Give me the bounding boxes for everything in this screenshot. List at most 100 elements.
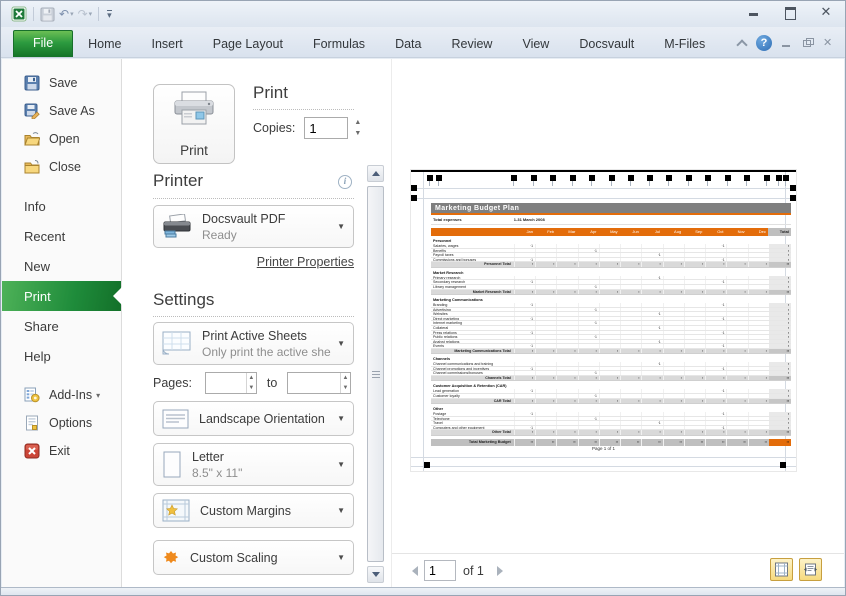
column-handle[interactable] xyxy=(705,175,711,181)
row-cell xyxy=(748,426,769,430)
pages-from-stepper[interactable]: ▲▼ xyxy=(246,373,256,393)
pages-to-stepper[interactable]: ▲▼ xyxy=(340,373,351,393)
column-handle[interactable] xyxy=(531,175,537,181)
column-handle[interactable] xyxy=(570,175,576,181)
margin-handle[interactable] xyxy=(790,195,796,201)
margin-handle[interactable] xyxy=(411,185,417,191)
workbook-restore-icon[interactable] xyxy=(802,38,814,48)
scaling-icon xyxy=(162,549,180,567)
row-cell: ·1 xyxy=(641,340,662,344)
tab-formulas[interactable]: Formulas xyxy=(298,32,380,57)
column-handle[interactable] xyxy=(666,175,672,181)
sidebar-item-new[interactable]: New xyxy=(2,251,121,281)
print-panel: Print Print Copies: ▲▼ Printer i xyxy=(122,59,391,587)
row-cell xyxy=(514,308,535,312)
undo-caret-icon[interactable]: ▾ xyxy=(70,10,74,18)
redo-icon[interactable]: ↷▾ xyxy=(78,7,93,21)
sidebar-item-exit[interactable]: Exit xyxy=(2,437,121,465)
row-cell xyxy=(726,244,747,248)
copies-input[interactable] xyxy=(304,117,348,139)
undo-icon[interactable]: ↶▾ xyxy=(59,7,74,21)
tab-home[interactable]: Home xyxy=(73,32,136,57)
collapse-ribbon-icon[interactable] xyxy=(737,40,747,46)
sidebar-item-recent[interactable]: Recent xyxy=(2,221,121,251)
show-margins-toggle[interactable] xyxy=(770,558,793,581)
scroll-down-icon[interactable] xyxy=(367,566,384,583)
scroll-up-icon[interactable] xyxy=(367,165,384,182)
row-total-cell: ▪ xyxy=(769,317,791,321)
column-handle[interactable] xyxy=(776,175,782,181)
column-handle[interactable] xyxy=(764,175,770,181)
column-handle[interactable] xyxy=(550,175,556,181)
help-icon[interactable]: ? xyxy=(756,35,772,51)
column-handle[interactable] xyxy=(589,175,595,181)
sidebar-item-help[interactable]: Help xyxy=(2,341,121,371)
sidebar-item-save[interactable]: Save xyxy=(2,69,121,97)
customize-qat-icon[interactable]: ▾ xyxy=(107,10,112,19)
tab-view[interactable]: View xyxy=(507,32,564,57)
sidebar-item-print[interactable]: Print xyxy=(2,281,121,311)
workbook-minimize-icon[interactable] xyxy=(781,38,793,48)
paper-size-select[interactable]: Letter 8.5" x 11" ▼ xyxy=(153,443,354,486)
column-handle[interactable] xyxy=(609,175,615,181)
tab-file[interactable]: File xyxy=(13,30,73,57)
row-cell: ·1 xyxy=(578,335,599,339)
sidebar-item-open[interactable]: Open xyxy=(2,125,121,153)
column-handle[interactable] xyxy=(628,175,634,181)
tab-review[interactable]: Review xyxy=(436,32,507,57)
print-button[interactable]: Print xyxy=(153,84,235,164)
tab-data[interactable]: Data xyxy=(380,32,436,57)
row-label: Other Total xyxy=(431,430,514,434)
column-handle[interactable] xyxy=(725,175,731,181)
printer-properties-link[interactable]: Printer Properties xyxy=(257,255,354,269)
margin-handle[interactable] xyxy=(780,462,786,468)
row-label: Channel promotions and incentives xyxy=(431,367,514,371)
pages-to-input[interactable]: ▲▼ xyxy=(287,372,351,394)
current-page-input[interactable] xyxy=(424,560,456,581)
scrollbar-thumb[interactable] xyxy=(367,186,384,562)
maximize-button[interactable] xyxy=(783,6,797,18)
save-icon[interactable] xyxy=(40,7,55,22)
sidebar-item-share[interactable]: Share xyxy=(2,311,121,341)
column-handle[interactable] xyxy=(686,175,692,181)
sidebar-item-save-as[interactable]: Save As xyxy=(2,97,121,125)
tab-docsvault[interactable]: Docsvault xyxy=(564,32,649,57)
column-handle[interactable] xyxy=(436,175,442,181)
print-what-select[interactable]: Print Active Sheets Only print the activ… xyxy=(153,322,354,365)
sidebar-item-options[interactable]: Options xyxy=(2,409,121,437)
sidebar-item-info[interactable]: Info xyxy=(2,191,121,221)
column-handle[interactable] xyxy=(783,175,789,181)
margins-select[interactable]: Custom Margins ▼ xyxy=(153,493,354,528)
next-page-icon[interactable] xyxy=(497,566,503,576)
title-bar[interactable]: ↶▾ ↷▾ ▾ ✕ xyxy=(1,1,845,27)
tab-page-layout[interactable]: Page Layout xyxy=(198,32,298,57)
settings-scrollbar[interactable] xyxy=(367,165,384,583)
column-handle[interactable] xyxy=(427,175,433,181)
column-handle[interactable] xyxy=(647,175,653,181)
tab-insert[interactable]: Insert xyxy=(137,32,198,57)
column-handle[interactable] xyxy=(744,175,750,181)
margin-handle[interactable] xyxy=(424,462,430,468)
row-total-cell: ▪▪ xyxy=(769,430,791,434)
close-button[interactable]: ✕ xyxy=(819,6,833,18)
workbook-close-icon[interactable]: ✕ xyxy=(823,38,835,48)
sidebar-item-add-ins[interactable]: Add-Ins▾ xyxy=(2,381,121,409)
orientation-select[interactable]: Landscape Orientation ▼ xyxy=(153,401,354,436)
sidebar-item-close[interactable]: Close xyxy=(2,153,121,181)
tab-m-files[interactable]: M-Files xyxy=(649,32,720,57)
info-icon[interactable]: i xyxy=(338,175,352,189)
printer-select[interactable]: Docsvault PDF Ready ▼ xyxy=(153,205,354,248)
pages-from-input[interactable]: ▲▼ xyxy=(205,372,257,394)
minimize-button[interactable] xyxy=(747,6,761,18)
copies-stepper[interactable]: ▲▼ xyxy=(354,118,361,138)
margin-handle[interactable] xyxy=(790,185,796,191)
scaling-select[interactable]: Custom Scaling ▼ xyxy=(153,540,354,575)
previous-page-icon[interactable] xyxy=(412,566,418,576)
redo-caret-icon[interactable]: ▾ xyxy=(89,10,93,18)
zoom-to-page-toggle[interactable] xyxy=(799,558,822,581)
row-total-cell: ▪▪ xyxy=(769,349,791,353)
month-header-cell: Jan xyxy=(514,228,535,236)
excel-app-icon[interactable] xyxy=(11,6,27,22)
column-handle[interactable] xyxy=(511,175,517,181)
margin-handle[interactable] xyxy=(411,195,417,201)
